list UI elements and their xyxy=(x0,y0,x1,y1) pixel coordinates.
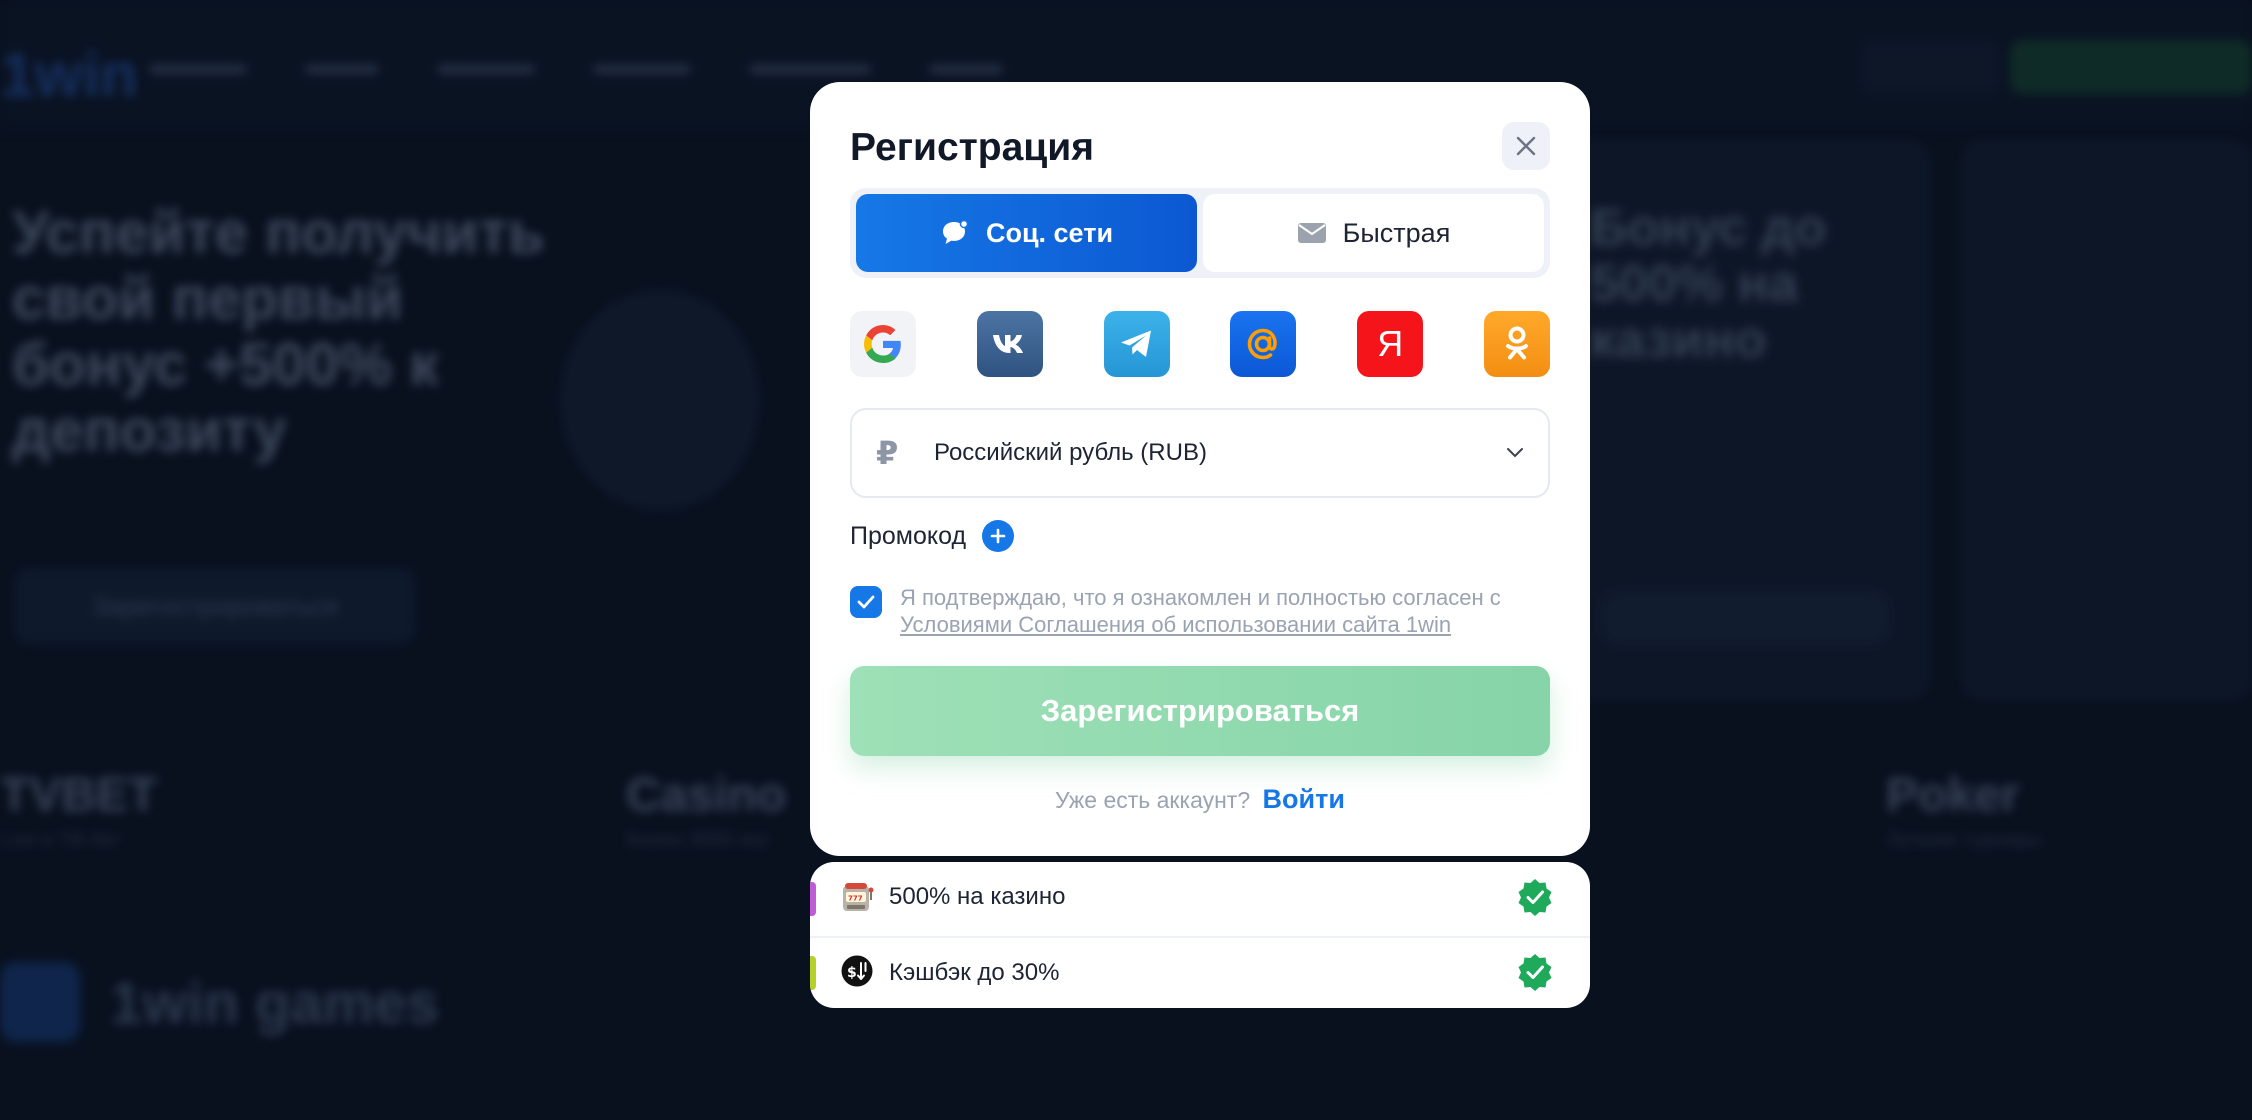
tab-social-label: Соц. сети xyxy=(985,217,1114,248)
bonus-item-cashback: $ Кэшбэк до 30% xyxy=(810,936,1590,1008)
tab-quick-label: Быстрая xyxy=(1342,217,1451,248)
ruble-icon: ₽ xyxy=(876,435,899,471)
currency-select[interactable]: ₽ Российский рубль (RUB) xyxy=(850,408,1550,498)
yandex-icon: Я xyxy=(1377,323,1404,364)
tab-quick[interactable]: Быстрая xyxy=(1203,194,1544,272)
telegram-login-button[interactable] xyxy=(1103,311,1170,377)
tab-social[interactable]: Соц. сети xyxy=(856,194,1197,272)
terms-agreement: Я подтверждаю, что я ознакомлен и полнос… xyxy=(850,584,1550,638)
login-prompt-text: Уже есть аккаунт? xyxy=(1055,787,1251,813)
vk-icon xyxy=(992,335,1023,353)
plus-icon[interactable] xyxy=(982,520,1015,552)
verified-check-icon xyxy=(1518,879,1552,916)
registration-tabs: Соц. сети Быстрая xyxy=(850,188,1550,278)
chevron-down-icon xyxy=(1507,448,1523,458)
close-button[interactable] xyxy=(1502,122,1550,170)
registration-modal: Регистрация Соц. сети Быстрая Я ₽ Россий… xyxy=(810,82,1590,856)
at-sign-icon xyxy=(1248,328,1278,360)
close-icon xyxy=(1516,136,1536,156)
modal-title: Регистрация xyxy=(850,126,1094,169)
terms-checkbox[interactable] xyxy=(850,586,882,618)
bonus-text-casino: 500% на казино xyxy=(889,883,1066,910)
currency-select-value: Российский рубль (RUB) xyxy=(934,439,1207,466)
telegram-icon xyxy=(1120,330,1151,357)
ok-login-button[interactable] xyxy=(1483,311,1550,377)
bonus-item-casino: 777 500% на казино xyxy=(810,862,1590,932)
mailru-login-button[interactable] xyxy=(1230,311,1297,377)
google-login-button[interactable] xyxy=(850,311,916,377)
register-button[interactable]: Зарегистрироваться xyxy=(850,666,1550,756)
promo-code-toggle[interactable]: Промокод xyxy=(850,520,1015,552)
bonus-text-cashback: Кэшбэк до 30% xyxy=(889,959,1060,986)
social-login-row: Я xyxy=(850,311,1550,377)
cashback-icon: $ xyxy=(841,955,873,987)
bonus-accent-bar xyxy=(810,956,816,990)
promo-code-label: Промокод xyxy=(850,521,967,550)
envelope-icon xyxy=(1297,223,1326,243)
chat-bubble-icon xyxy=(942,219,969,244)
terms-link[interactable]: Условиями Соглашения об использовании са… xyxy=(900,612,1451,637)
svg-text:$: $ xyxy=(847,965,857,981)
checkmark-icon xyxy=(857,595,875,609)
yandex-login-button[interactable]: Я xyxy=(1357,311,1424,377)
bonus-panel: 777 500% на казино $ Кэшбэк до 30% xyxy=(810,862,1590,1008)
login-prompt-row: Уже есть аккаунт? Войти xyxy=(810,784,1590,815)
google-icon xyxy=(864,325,901,363)
slot-machine-icon: 777 xyxy=(843,883,874,911)
bonus-accent-bar xyxy=(810,882,816,916)
login-link[interactable]: Войти xyxy=(1263,784,1345,814)
vk-login-button[interactable] xyxy=(976,311,1043,377)
svg-text:777: 777 xyxy=(848,895,863,903)
terms-text: Я подтверждаю, что я ознакомлен и полнос… xyxy=(900,584,1501,638)
verified-check-icon xyxy=(1518,954,1552,991)
ok-icon xyxy=(1505,326,1528,360)
terms-statement: Я подтверждаю, что я ознакомлен и полнос… xyxy=(900,585,1501,610)
